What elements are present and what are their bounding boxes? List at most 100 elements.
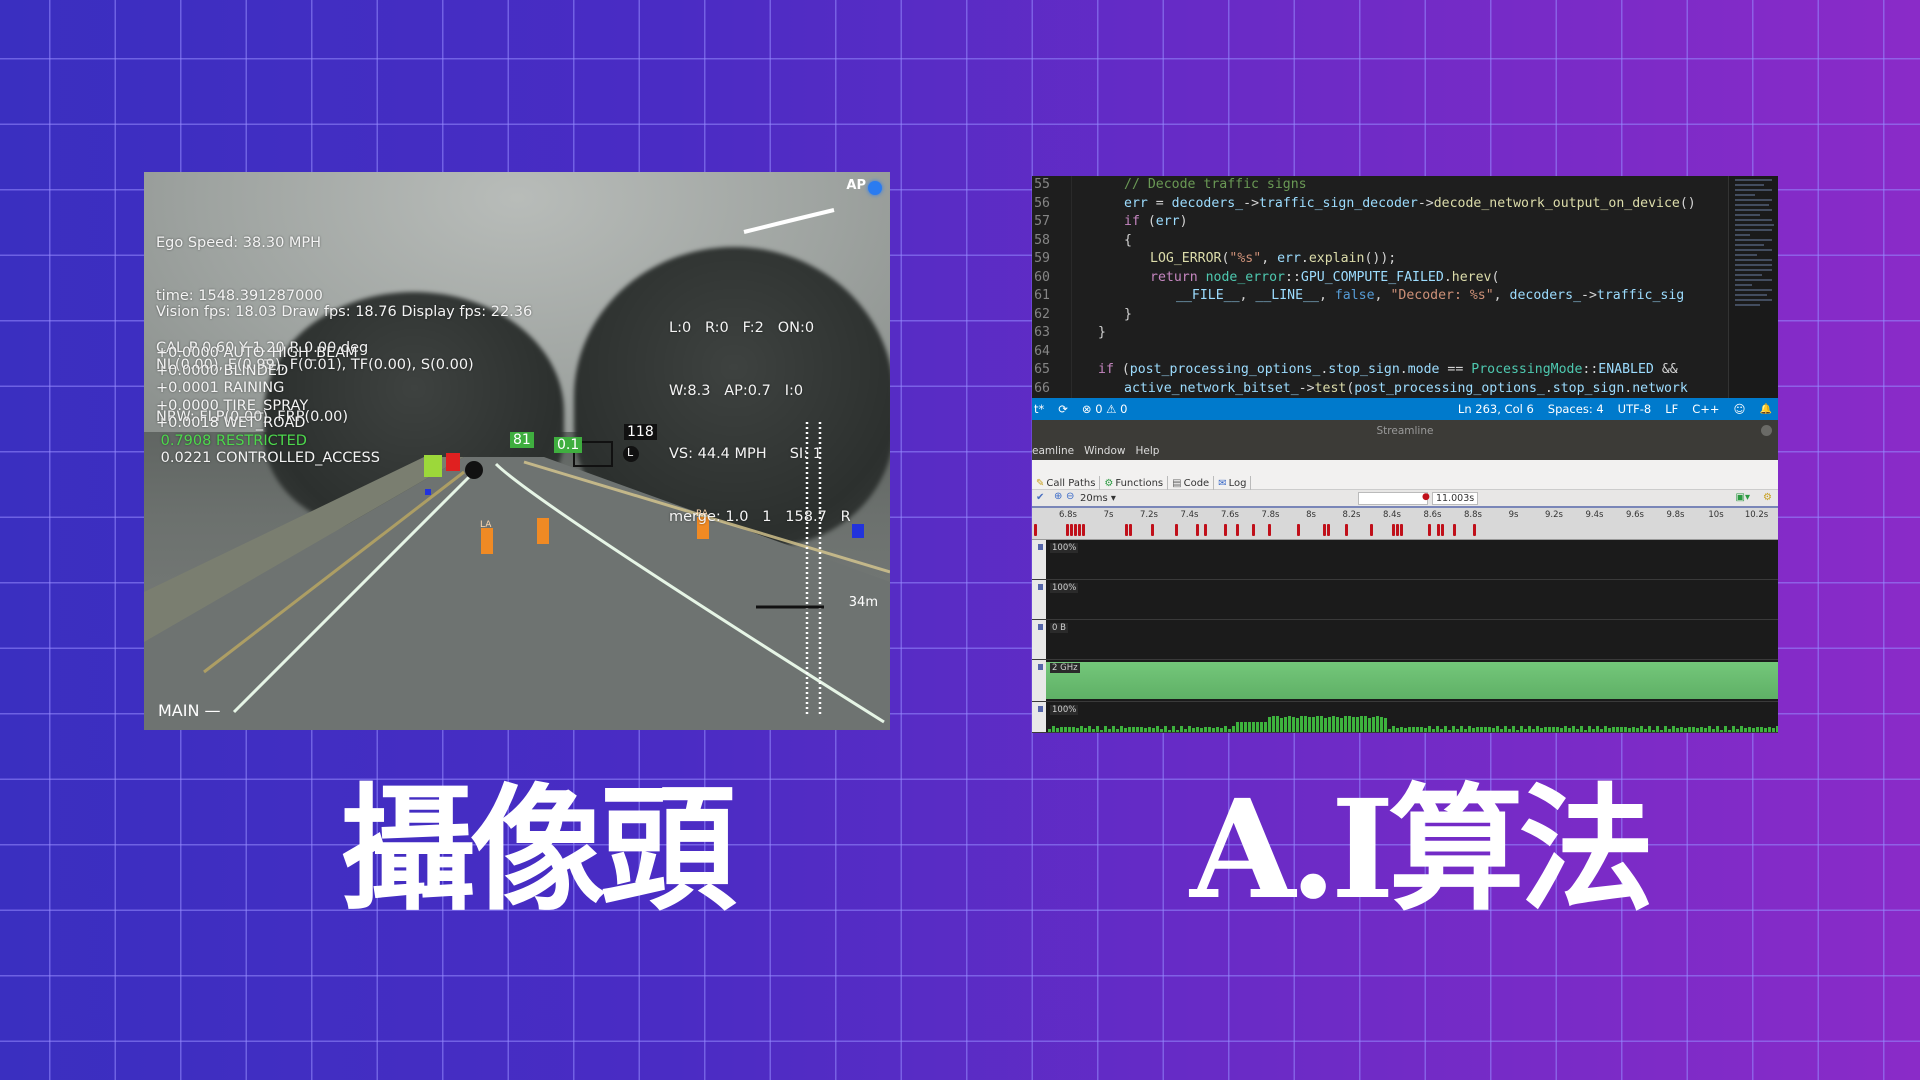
timeline-marker[interactable] <box>1223 524 1227 536</box>
chart-config-icon[interactable]: ▣▾ <box>1736 492 1750 503</box>
code-text: __FILE__, __LINE__, false, "Decoder: %s"… <box>1176 288 1685 303</box>
time-value-field[interactable]: 11.003s <box>1432 492 1479 505</box>
timeline-marker[interactable] <box>1323 524 1327 536</box>
code-line: 65 if (post_processing_options_.stop_sign… <box>1032 361 1778 380</box>
timeline-marker[interactable] <box>1400 524 1404 536</box>
menu-window[interactable]: Window <box>1084 445 1125 457</box>
timeline-marker[interactable] <box>1436 524 1440 536</box>
timeline-marker[interactable] <box>1033 524 1037 536</box>
timeline-marker[interactable] <box>1203 524 1207 536</box>
chart-track[interactable]: 0 B <box>1032 620 1778 660</box>
tab-log[interactable]: ✉ Log <box>1214 476 1252 490</box>
zoom-level-select[interactable]: 20ms ▾ <box>1080 493 1116 504</box>
line-ending[interactable]: LF <box>1665 402 1678 416</box>
window-close-button[interactable] <box>1761 425 1772 436</box>
timeline-marker[interactable] <box>1452 524 1456 536</box>
timeline-marker[interactable] <box>1369 524 1373 536</box>
timeline-marker[interactable] <box>1345 524 1349 536</box>
timeline-charts[interactable]: 100% 100% 0 B 2 GHz 100% <box>1032 540 1778 733</box>
filter-icon[interactable]: ✔ <box>1036 492 1044 503</box>
timeline-marker[interactable] <box>1473 524 1476 536</box>
ruler-tick-label: 8.6s <box>1423 510 1442 520</box>
branch-indicator[interactable]: t* <box>1034 402 1044 416</box>
activity-bar <box>1548 727 1551 732</box>
track-handle[interactable] <box>1032 702 1046 732</box>
activity-bar <box>1156 726 1159 732</box>
timeline-marker[interactable] <box>1440 524 1444 536</box>
code-editor[interactable]: 55 // Decode traffic signs 56 err = decoder… <box>1032 176 1778 398</box>
timeline-marker[interactable] <box>1396 524 1400 536</box>
timeline-marker[interactable] <box>1392 524 1395 536</box>
track-handle[interactable] <box>1032 580 1046 619</box>
indentation[interactable]: Spaces: 4 <box>1548 402 1604 416</box>
ruler-tick-label: 7.4s <box>1180 510 1199 520</box>
track-handle[interactable] <box>1032 540 1046 579</box>
ruler-tick-label: 7s <box>1103 510 1114 520</box>
activity-bar <box>1216 726 1219 732</box>
sync-icon[interactable]: ⟳ <box>1058 402 1068 416</box>
activity-bar <box>1400 726 1403 732</box>
activity-bar <box>1176 729 1179 732</box>
track-handle[interactable] <box>1032 660 1046 701</box>
track-color-icon <box>1038 584 1043 590</box>
track-handle[interactable] <box>1032 620 1046 659</box>
menu-help[interactable]: Help <box>1135 445 1159 457</box>
timeline-marker[interactable] <box>1074 524 1078 536</box>
zoom-in-icon[interactable]: ⊕ <box>1054 491 1062 502</box>
settings-icon[interactable]: ⚙ <box>1763 492 1772 503</box>
timeline-marker[interactable] <box>1124 524 1128 536</box>
chart-track[interactable]: 100% <box>1032 540 1778 580</box>
activity-bar <box>1632 726 1635 732</box>
tab-functions[interactable]: ⚙ Functions <box>1100 476 1169 490</box>
code-text: } <box>1124 306 1132 322</box>
activity-bar <box>1556 726 1559 732</box>
hud-fps: Vision fps: 18.03 Draw fps: 18.76 Displa… <box>156 304 533 320</box>
activity-bar <box>1668 728 1671 732</box>
timeline-marker[interactable] <box>1236 524 1240 536</box>
cursor-position[interactable]: Ln 263, Col 6 <box>1458 402 1534 416</box>
track-scale-label: 100% <box>1050 705 1079 715</box>
problems-indicator[interactable]: ⊗ 0 ⚠ 0 <box>1082 402 1128 416</box>
hud-class-row: +0.0001 RAINING <box>156 380 285 396</box>
activity-bar <box>1532 728 1535 732</box>
activity-bar <box>1452 726 1455 732</box>
chart-track[interactable]: 100% <box>1032 580 1778 620</box>
activity-bar <box>1168 729 1171 732</box>
activity-bar <box>1196 726 1199 732</box>
language-mode[interactable]: C++ <box>1692 402 1719 416</box>
timeline-marker[interactable] <box>1175 524 1179 536</box>
timeline-ruler[interactable]: 6.8s 7s 7.2s 7.4s 7.6s 7.8s 8s 8.2s 8.4s 8.6s 8.8s… <box>1032 508 1778 540</box>
encoding[interactable]: UTF-8 <box>1618 402 1652 416</box>
zoom-out-icon[interactable]: ⊖ <box>1066 491 1074 502</box>
timeline-marker[interactable] <box>1078 524 1082 536</box>
timeline-marker[interactable] <box>1082 524 1086 536</box>
tracked-object-icon <box>465 461 483 479</box>
timeline-marker[interactable] <box>1195 524 1199 536</box>
timeline-marker[interactable] <box>1065 524 1069 536</box>
ruler-tick-label: 8.2s <box>1342 510 1361 520</box>
tab-code[interactable]: ▤ Code <box>1168 476 1215 490</box>
activity-bar <box>1064 727 1067 732</box>
timeline-marker[interactable] <box>1268 524 1272 536</box>
chart-track[interactable]: 2 GHz <box>1032 660 1778 702</box>
feedback-icon[interactable]: ☺ <box>1734 402 1746 416</box>
editor-minimap[interactable] <box>1728 176 1778 398</box>
timeline-marker[interactable] <box>1070 524 1074 536</box>
activity-bar <box>1164 726 1167 732</box>
timeline-marker[interactable] <box>1428 524 1432 536</box>
chart-track[interactable]: 100% <box>1032 702 1778 733</box>
activity-bar <box>1360 716 1363 732</box>
activity-bar <box>1568 728 1571 732</box>
time-search-input[interactable] <box>1358 492 1428 505</box>
timeline-marker[interactable] <box>1296 524 1300 536</box>
tab-call-paths[interactable]: ✎ Call Paths <box>1032 476 1101 490</box>
streamline-menubar: eamline Window Help <box>1032 442 1778 460</box>
menu-streamline[interactable]: eamline <box>1032 445 1074 457</box>
code-text: if (post_processing_options_.stop_sign.m… <box>1098 362 1678 377</box>
activity-bar <box>1080 726 1083 732</box>
timeline-marker[interactable] <box>1327 524 1331 536</box>
timeline-marker[interactable] <box>1252 524 1256 536</box>
notifications-bell-icon[interactable]: 🔔 <box>1760 404 1772 415</box>
timeline-marker[interactable] <box>1151 524 1155 536</box>
timeline-marker[interactable] <box>1128 524 1132 536</box>
